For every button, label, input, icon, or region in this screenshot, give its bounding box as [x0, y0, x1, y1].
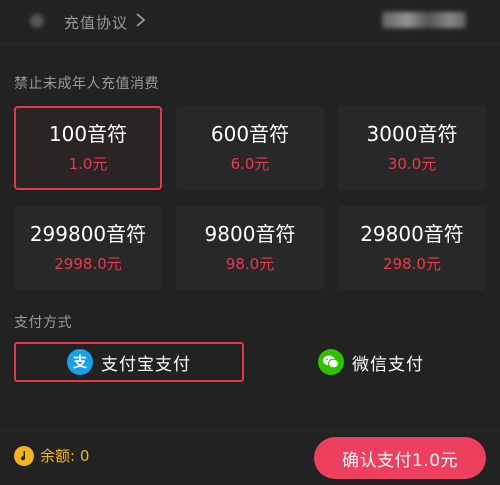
package-100[interactable]: 100音符 1.0元	[14, 106, 162, 190]
chevron-right-icon[interactable]	[134, 9, 148, 31]
blurred-username	[382, 12, 466, 28]
wechat-pay-label: 微信支付	[352, 354, 424, 375]
package-299800[interactable]: 299800音符 2998.0元	[14, 206, 162, 290]
package-amount: 100音符	[48, 122, 128, 146]
package-9800[interactable]: 9800音符 98.0元	[176, 206, 324, 290]
package-amount: 9800音符	[204, 222, 296, 246]
package-600[interactable]: 600音符 6.0元	[176, 106, 324, 190]
package-price: 2998.0元	[54, 255, 122, 273]
package-amount: 299800音符	[29, 222, 147, 246]
confirm-pay-button[interactable]: 确认支付1.0元	[314, 437, 486, 479]
blurred-icon	[30, 14, 44, 28]
minor-warning-label: 禁止未成年人充值消费	[14, 76, 159, 92]
package-29800[interactable]: 29800音符 298.0元	[338, 206, 486, 290]
package-3000[interactable]: 3000音符 30.0元	[338, 106, 486, 190]
alipay-option[interactable]: 支 支付宝支付	[14, 342, 244, 382]
top-bar: 充值协议	[0, 0, 500, 45]
wechat-icon	[318, 349, 344, 375]
package-price: 1.0元	[68, 155, 108, 173]
music-note-icon	[14, 445, 34, 466]
package-amount: 29800音符	[360, 222, 464, 246]
package-amount: 3000音符	[366, 122, 458, 146]
package-price: 30.0元	[387, 155, 437, 173]
alipay-icon: 支	[67, 349, 93, 375]
package-price: 6.0元	[230, 155, 270, 173]
package-amount: 600音符	[210, 122, 290, 146]
balance: 余额: 0	[14, 445, 89, 466]
package-price: 298.0元	[383, 255, 441, 273]
wechat-pay-option[interactable]: 微信支付	[256, 342, 486, 382]
payment-method-label: 支付方式	[14, 315, 72, 331]
alipay-label: 支付宝支付	[101, 354, 191, 375]
recharge-agreement-link[interactable]: 充值协议	[64, 12, 128, 33]
package-price: 98.0元	[225, 255, 275, 273]
balance-text: 余额: 0	[40, 447, 90, 465]
bottom-bar: 余额: 0 确认支付1.0元	[0, 430, 500, 485]
